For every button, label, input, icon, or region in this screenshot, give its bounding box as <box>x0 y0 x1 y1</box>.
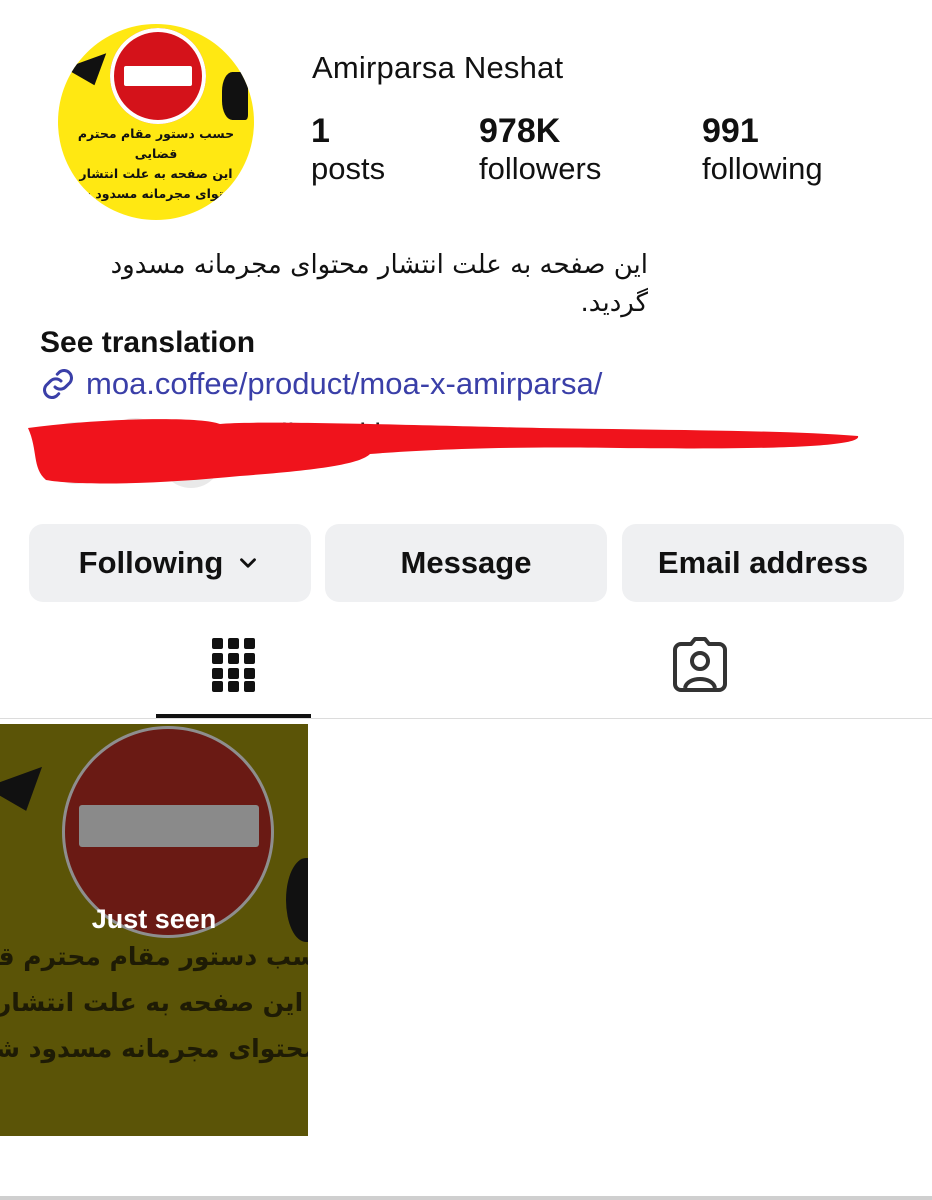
followers-count: 978K <box>479 112 561 150</box>
message-button-label: Message <box>400 545 532 580</box>
avatar-caption: حسب دستور مقام محترم قضایی این صفحه به ع… <box>71 126 241 201</box>
link-icon <box>43 369 73 399</box>
followers-label: followers <box>479 151 602 186</box>
email-button-label: Email address <box>657 545 869 580</box>
bottom-divider <box>0 1196 932 1200</box>
email-button[interactable]: Email address <box>622 524 904 602</box>
following-button[interactable]: Following <box>29 524 311 602</box>
no-entry-sign-icon <box>110 28 206 124</box>
grid-icon <box>211 638 255 692</box>
decor-left-shape <box>64 53 116 93</box>
post-caption-image-text: حسب دستور مقام محترم قضا این صفحه به علت… <box>0 942 308 1063</box>
posts-label: posts <box>311 151 386 186</box>
tagged-person-icon <box>672 637 727 692</box>
following-label: following <box>702 151 823 186</box>
message-button[interactable]: Message <box>325 524 607 602</box>
stat-followers[interactable]: 978K followers <box>479 112 601 187</box>
followed-by-row[interactable]: Followed by <box>28 414 900 494</box>
following-count: 991 <box>702 112 759 150</box>
tab-divider <box>0 718 932 719</box>
bio-link[interactable]: moa.coffee/product/moa-x-amirparsa/ <box>40 366 602 402</box>
bio-link-text: moa.coffee/product/moa-x-amirparsa/ <box>86 366 603 401</box>
chevron-down-icon <box>240 558 257 568</box>
see-translation-link[interactable]: See translation <box>40 326 255 360</box>
decor-left-shape <box>0 766 55 822</box>
profile-avatar[interactable]: حسب دستور مقام محترم قضایی این صفحه به ع… <box>58 24 254 220</box>
decor-right-shape <box>222 72 248 120</box>
post-thumbnail[interactable]: Just seen حسب دستور مقام محترم قضا این ص… <box>0 724 308 1136</box>
posts-count: 1 <box>311 112 330 150</box>
redaction-scribble <box>28 419 859 484</box>
profile-name: Amirparsa Neshat <box>312 50 564 85</box>
stat-posts[interactable]: 1 posts <box>311 112 385 187</box>
following-button-label: Following <box>78 545 224 580</box>
just-seen-label: Just seen <box>91 904 217 934</box>
tab-posts-grid[interactable] <box>156 612 311 718</box>
stat-following[interactable]: 991 following <box>702 112 823 187</box>
bio-text: این صفحه به علت انتشار محتوای مجرمانه مس… <box>110 250 648 318</box>
tab-tagged[interactable] <box>622 612 777 718</box>
